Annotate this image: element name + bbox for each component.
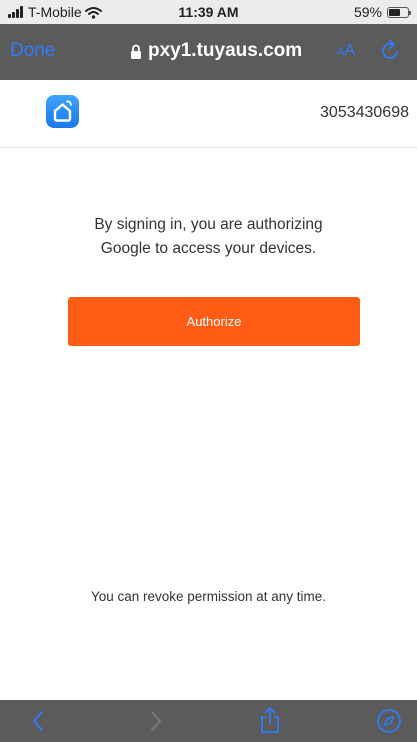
authorization-message-line1: By signing in, you are authorizing (94, 216, 323, 233)
lock-icon (131, 44, 141, 59)
done-button[interactable]: Done (10, 40, 55, 62)
battery-percent: 59% (353, 4, 382, 20)
address-bar[interactable]: pxy1.tuyaus.com (130, 40, 302, 62)
browser-toolbar: Done pxy1.tuyaus.com AA (0, 24, 417, 80)
url-text: pxy1.tuyaus.com (148, 40, 303, 61)
back-icon[interactable] (30, 709, 46, 733)
account-id: 3053430698 (320, 104, 409, 121)
revoke-message: You can revoke permission at any time. (90, 589, 327, 604)
status-bar: T-Mobile 11:39 AM 59% (0, 0, 417, 24)
screen: T-Mobile 11:39 AM 59% Done pxy1.tuyaus.c… (0, 0, 417, 742)
forward-icon[interactable] (148, 709, 164, 733)
authorize-button[interactable]: Authorize (68, 297, 360, 346)
reload-icon[interactable] (381, 39, 401, 61)
share-icon[interactable] (259, 706, 281, 734)
compass-icon[interactable] (376, 708, 402, 734)
authorization-message: By signing in, you are authorizing Googl… (0, 213, 417, 261)
battery-fill (389, 8, 400, 16)
text-size-large-a: A (344, 42, 356, 59)
page-header: 3053430698 (0, 80, 417, 148)
text-size-button[interactable]: AA (337, 42, 355, 60)
authorization-message-line2: Google to access your devices. (100, 240, 317, 257)
bottom-toolbar (0, 700, 417, 742)
battery-icon (387, 6, 411, 18)
status-right: 59% (353, 4, 411, 20)
smart-home-icon (46, 95, 79, 128)
